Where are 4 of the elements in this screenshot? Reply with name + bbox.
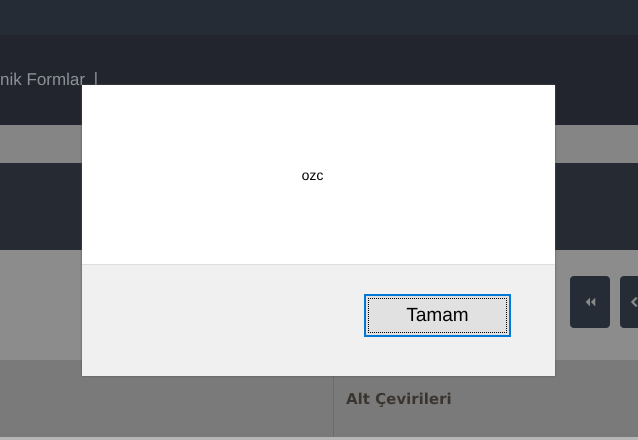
column-header: Alt Çevirileri	[346, 390, 452, 408]
breadcrumb-link[interactable]: nik Formlar	[0, 70, 86, 90]
dialog-message: ozc	[302, 166, 324, 182]
ok-button[interactable]: Tamam	[364, 294, 511, 337]
